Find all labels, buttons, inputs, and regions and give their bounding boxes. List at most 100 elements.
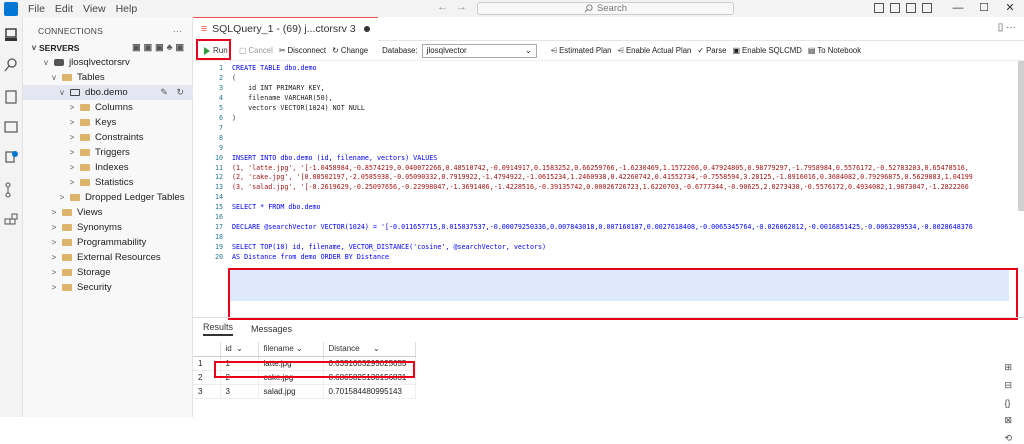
estimated-plan-button[interactable]: ⩤ Estimated Plan bbox=[551, 46, 612, 56]
code-line[interactable]: SELECT TOP(10) id, filename, VECTOR_DIST… bbox=[232, 243, 546, 251]
actual-plan-button[interactable]: ⩤ Enable Actual Plan bbox=[618, 46, 692, 56]
save-json-icon[interactable]: {} bbox=[1004, 398, 1012, 408]
chevron-right-icon[interactable]: > bbox=[67, 133, 77, 142]
code-line[interactable]: CREATE TABLE dbo.demo bbox=[232, 64, 317, 72]
tree-item[interactable]: > Synonyms bbox=[23, 220, 193, 235]
code-line[interactable]: (2, 'cake.jpg', '[0.08502197,-2.0585938,… bbox=[232, 173, 973, 181]
table-row[interactable]: 3 3 salad.jpg 0.701584480995143 bbox=[193, 384, 416, 399]
layout-icon[interactable] bbox=[890, 3, 900, 13]
tab-query[interactable]: ≡ SQLQuery_1 - (69) j...ctorsrv 3 bbox=[193, 16, 378, 41]
split-editor-icon[interactable]: ▯ ··· bbox=[998, 22, 1016, 33]
tree-item[interactable]: v dbo.demo ✎ ↻ bbox=[23, 85, 193, 100]
code-line[interactable]: vectors VECTOR(1024) NOT NULL bbox=[232, 104, 365, 112]
chevron-right-icon[interactable]: > bbox=[67, 163, 77, 172]
more-icon[interactable]: ··· bbox=[173, 26, 182, 36]
code-line[interactable]: SELECT * FROM dbo.demo bbox=[232, 203, 321, 211]
table-cell[interactable]: 3 bbox=[193, 384, 221, 399]
chevron-right-icon[interactable]: > bbox=[49, 268, 59, 277]
minimize-icon[interactable]: — bbox=[945, 0, 971, 17]
explorer-icon[interactable] bbox=[3, 119, 19, 135]
chevron-down-icon[interactable]: v bbox=[49, 73, 59, 82]
code-line[interactable]: INSERT INTO dbo.demo (id, filename, vect… bbox=[232, 154, 437, 162]
chart-icon[interactable]: ⟲ bbox=[1004, 433, 1012, 444]
code-line[interactable]: DECLARE @searchVector VECTOR(1024) = '[-… bbox=[232, 223, 973, 231]
column-header[interactable]: filename ⌄ bbox=[258, 342, 324, 357]
change-button[interactable]: ↻ Change bbox=[332, 46, 368, 55]
chevron-down-icon[interactable]: v bbox=[41, 58, 51, 67]
chevron-right-icon[interactable]: > bbox=[49, 208, 59, 217]
tree-item[interactable]: > Indexes bbox=[23, 160, 193, 175]
cancel-button[interactable]: ▢ Cancel bbox=[239, 46, 273, 55]
table-cell[interactable]: 3 bbox=[220, 384, 259, 399]
column-header[interactable]: Distance ⌄ bbox=[323, 342, 416, 357]
tree-item[interactable]: > Constraints bbox=[23, 130, 193, 145]
chevron-down-icon[interactable]: v bbox=[57, 88, 67, 97]
disconnect-button[interactable]: ✂ Disconnect bbox=[279, 46, 326, 55]
menu-edit[interactable]: Edit bbox=[55, 3, 73, 15]
chevron-right-icon[interactable]: > bbox=[67, 148, 77, 157]
tree-item[interactable]: > Security bbox=[23, 280, 193, 295]
chevron-right-icon[interactable]: > bbox=[49, 238, 59, 247]
tree-item[interactable]: > Dropped Ledger Tables bbox=[23, 190, 193, 205]
layout-icon[interactable] bbox=[922, 3, 932, 13]
code-line[interactable]: ( bbox=[232, 74, 236, 82]
layout-icon[interactable] bbox=[874, 3, 884, 13]
line-number: 14 bbox=[214, 193, 223, 202]
chevron-right-icon[interactable]: > bbox=[49, 223, 59, 232]
save-csv-icon[interactable]: ⊞ bbox=[1004, 362, 1012, 373]
tree-item[interactable]: > Views bbox=[23, 205, 193, 220]
connections-icon[interactable] bbox=[3, 27, 19, 43]
tree-item[interactable]: > Keys bbox=[23, 115, 193, 130]
tree-item[interactable]: > Storage bbox=[23, 265, 193, 280]
tree-item[interactable]: > Triggers bbox=[23, 145, 193, 160]
chevron-right-icon[interactable]: > bbox=[67, 118, 77, 127]
notebook-icon[interactable] bbox=[3, 89, 19, 105]
files-icon[interactable] bbox=[3, 149, 19, 165]
table-cell[interactable]: 0.701584480995143 bbox=[323, 384, 416, 399]
code-line[interactable]: ) bbox=[232, 114, 236, 122]
tree-item[interactable]: v jlosqlvectorsrv bbox=[23, 55, 193, 70]
tab-messages[interactable]: Messages bbox=[251, 324, 292, 334]
chevron-right-icon[interactable]: > bbox=[67, 103, 77, 112]
search-icon[interactable] bbox=[3, 57, 19, 73]
tab-results[interactable]: Results bbox=[203, 322, 234, 336]
folder-icon bbox=[70, 89, 80, 96]
menu-file[interactable]: File bbox=[28, 3, 45, 15]
layout-icon[interactable] bbox=[906, 3, 916, 13]
source-control-icon[interactable] bbox=[3, 182, 19, 198]
servers-section[interactable]: v SERVERS ▣▣▣♣▣ bbox=[23, 40, 193, 55]
nav-arrows-icon[interactable]: ←→ bbox=[437, 1, 475, 13]
layout-controls[interactable] bbox=[874, 3, 932, 13]
notebook-button[interactable]: ▤ To Notebook bbox=[808, 46, 861, 55]
close-icon[interactable]: ✕ bbox=[997, 0, 1023, 17]
code-line[interactable]: id INT PRIMARY KEY, bbox=[232, 84, 325, 92]
column-header[interactable]: id ⌄ bbox=[220, 342, 259, 357]
menu-view[interactable]: View bbox=[83, 3, 106, 15]
table-cell[interactable]: salad.jpg bbox=[258, 384, 324, 399]
edit-refresh-icon[interactable]: ✎ ↻ bbox=[160, 87, 187, 98]
servers-actions-icon[interactable]: ▣▣▣♣▣ bbox=[132, 42, 187, 53]
chevron-right-icon[interactable]: > bbox=[67, 178, 77, 187]
tree-item[interactable]: v Tables bbox=[23, 70, 193, 85]
database-select[interactable]: jlosqlvector ⌄ bbox=[421, 43, 537, 58]
code-line[interactable]: filename VARCHAR(50), bbox=[232, 94, 333, 102]
editor-scrollbar[interactable] bbox=[1018, 61, 1024, 211]
search-box[interactable]: Search bbox=[477, 2, 734, 15]
code-line[interactable]: (1, 'latte.jpg', '[-1.0458984,-0.8574219… bbox=[232, 164, 969, 172]
code-line[interactable]: AS Distance from demo ORDER BY Distance bbox=[232, 253, 389, 261]
tree-item[interactable]: > External Resources bbox=[23, 250, 193, 265]
parse-button[interactable]: ✓ Parse bbox=[697, 46, 726, 55]
sqlcmd-button[interactable]: ▣ Enable SQLCMD bbox=[732, 46, 801, 55]
tree-item[interactable]: > Programmability bbox=[23, 235, 193, 250]
chevron-right-icon[interactable]: > bbox=[57, 193, 67, 202]
chevron-right-icon[interactable]: > bbox=[49, 253, 59, 262]
extensions-icon[interactable] bbox=[3, 213, 19, 229]
chevron-right-icon[interactable]: > bbox=[49, 283, 59, 292]
tree-item[interactable]: > Statistics bbox=[23, 175, 193, 190]
tree-item[interactable]: > Columns bbox=[23, 100, 193, 115]
save-excel-icon[interactable]: ⊟ bbox=[1004, 380, 1012, 391]
code-line[interactable]: (3, 'salad.jpg', '[-0.2619629,-0.2509765… bbox=[232, 183, 969, 191]
maximize-icon[interactable]: ☐ bbox=[971, 0, 997, 17]
code-editor[interactable]: 1 CREATE TABLE dbo.demo 2 (3 id INT PRIMARY… bbox=[193, 61, 1024, 320]
menu-help[interactable]: Help bbox=[116, 3, 138, 15]
